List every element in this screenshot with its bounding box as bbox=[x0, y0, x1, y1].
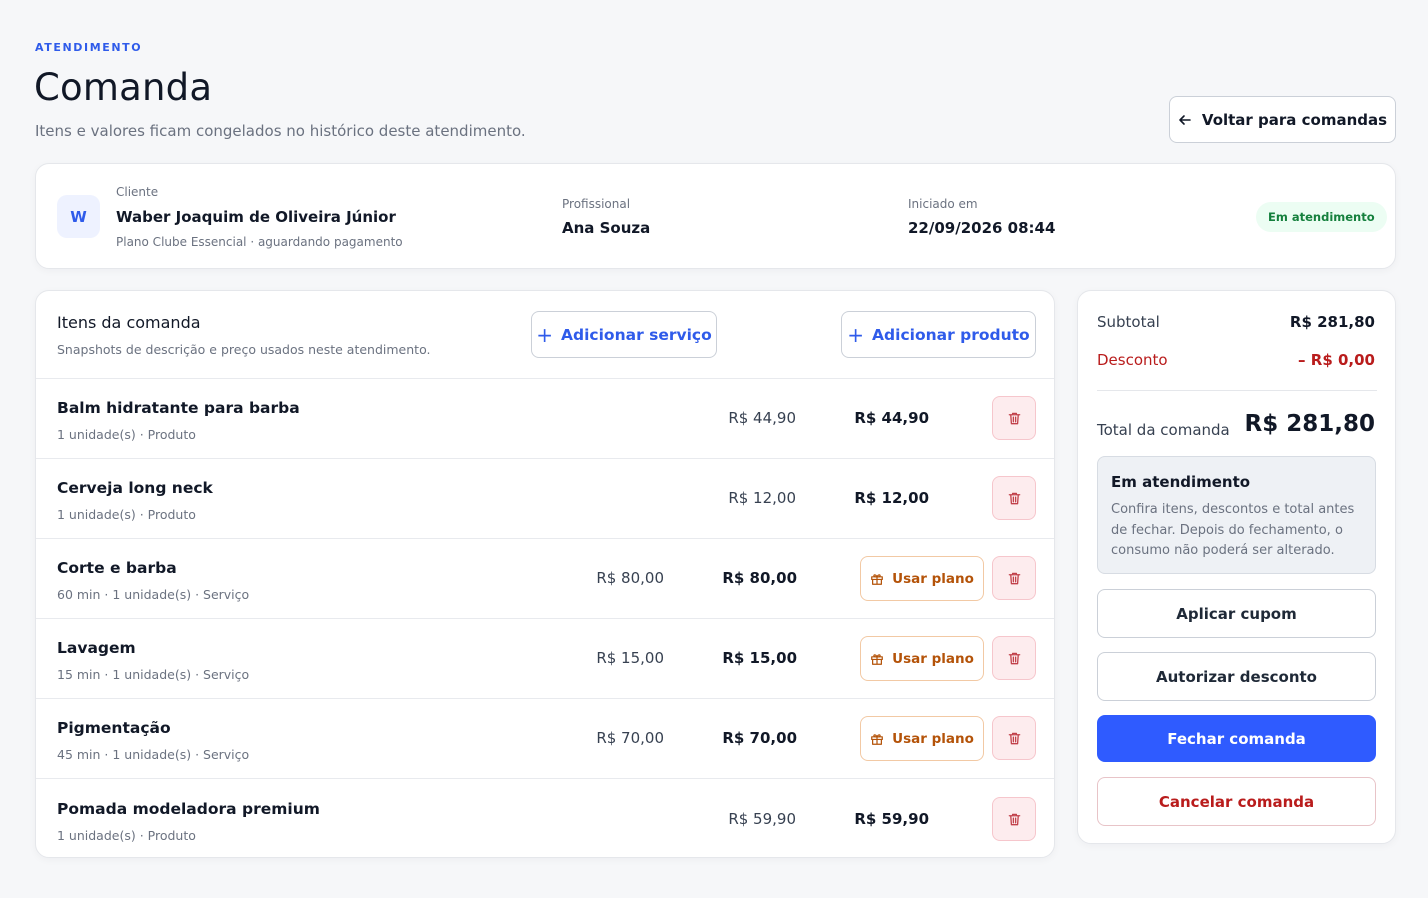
item-total: R$ 44,90 bbox=[854, 409, 929, 427]
gift-icon bbox=[871, 573, 883, 585]
cancel-order-button[interactable]: Cancelar comanda bbox=[1097, 777, 1376, 826]
back-button-label: Voltar para comandas bbox=[1201, 110, 1388, 129]
remove-item-button[interactable] bbox=[992, 556, 1036, 600]
table-row: Pomada modeladora premium 1 unidade(s) ·… bbox=[36, 779, 1054, 857]
item-meta: 1 unidade(s) · Produto bbox=[57, 427, 196, 442]
item-unit-price: R$ 59,90 bbox=[728, 810, 796, 828]
trash-icon bbox=[1008, 732, 1020, 744]
client-plan-note: Plano Clube Essencial · aguardando pagam… bbox=[116, 235, 403, 249]
item-name: Lavagem bbox=[57, 639, 136, 657]
gift-icon bbox=[871, 653, 883, 665]
started-value: 22/09/2026 08:44 bbox=[908, 219, 1056, 237]
items-header: Itens da comanda Snapshots de descrição … bbox=[36, 291, 1054, 379]
subtotal-label: Subtotal bbox=[1097, 313, 1160, 331]
plus-icon: + bbox=[847, 322, 865, 347]
item-total: R$ 80,00 bbox=[722, 569, 797, 587]
client-label: Cliente bbox=[116, 185, 159, 199]
trash-icon bbox=[1008, 813, 1020, 825]
info-title: Em atendimento bbox=[1111, 473, 1251, 491]
authorize-discount-button[interactable]: Autorizar desconto bbox=[1097, 652, 1376, 701]
use-plan-button[interactable]: Usar plano bbox=[860, 716, 984, 761]
table-row: Cerveja long neck 1 unidade(s) · Produto… bbox=[36, 459, 1054, 539]
total-value: R$ 281,80 bbox=[1244, 411, 1375, 437]
add-product-button[interactable]: + Adicionar produto bbox=[841, 311, 1036, 358]
close-order-button[interactable]: Fechar comanda bbox=[1097, 715, 1376, 762]
item-name: Balm hidratante para barba bbox=[57, 399, 300, 417]
plus-icon: + bbox=[536, 322, 554, 347]
page-eyebrow: ATENDIMENTO bbox=[35, 41, 143, 54]
table-row: Corte e barba 60 min · 1 unidade(s) · Se… bbox=[36, 539, 1054, 619]
back-to-orders-button[interactable]: Voltar para comandas bbox=[1169, 96, 1396, 143]
remove-item-button[interactable] bbox=[992, 476, 1036, 520]
remove-item-button[interactable] bbox=[992, 797, 1036, 841]
item-meta: 1 unidade(s) · Produto bbox=[57, 507, 196, 522]
status-badge: Em atendimento bbox=[1256, 202, 1387, 232]
item-meta: 60 min · 1 unidade(s) · Serviço bbox=[57, 587, 250, 602]
professional-name: Ana Souza bbox=[562, 219, 651, 237]
item-name: Pigmentação bbox=[57, 719, 171, 737]
client-info-card: W Cliente Waber Joaquim de Oliveira Júni… bbox=[35, 163, 1396, 269]
table-row: Pigmentação 45 min · 1 unidade(s) · Serv… bbox=[36, 699, 1054, 779]
discount-label: Desconto bbox=[1097, 351, 1168, 369]
discount-value: – R$ 0,00 bbox=[1298, 351, 1375, 369]
use-plan-label: Usar plano bbox=[892, 570, 974, 587]
client-avatar: W bbox=[57, 195, 100, 238]
status-info-box: Em atendimento Confira itens, descontos … bbox=[1097, 456, 1376, 574]
table-row: Balm hidratante para barba 1 unidade(s) … bbox=[36, 379, 1054, 459]
item-meta: 15 min · 1 unidade(s) · Serviço bbox=[57, 667, 250, 682]
item-total: R$ 70,00 bbox=[722, 729, 797, 747]
subtotal-value: R$ 281,80 bbox=[1289, 313, 1375, 331]
items-subtitle: Snapshots de descrição e preço usados ne… bbox=[57, 342, 431, 357]
item-unit-price: R$ 80,00 bbox=[596, 569, 664, 587]
trash-icon bbox=[1008, 572, 1020, 584]
add-product-label: Adicionar produto bbox=[872, 325, 1030, 344]
page-title: Comanda bbox=[34, 66, 213, 109]
order-summary-card: Subtotal R$ 281,80 Desconto – R$ 0,00 To… bbox=[1077, 290, 1396, 844]
trash-icon bbox=[1008, 492, 1020, 504]
use-plan-label: Usar plano bbox=[892, 730, 974, 747]
table-row: Lavagem 15 min · 1 unidade(s) · Serviço … bbox=[36, 619, 1054, 699]
started-label: Iniciado em bbox=[908, 197, 978, 211]
apply-coupon-button[interactable]: Aplicar cupom bbox=[1097, 589, 1376, 638]
use-plan-label: Usar plano bbox=[892, 650, 974, 667]
item-meta: 45 min · 1 unidade(s) · Serviço bbox=[57, 747, 250, 762]
item-name: Corte e barba bbox=[57, 559, 177, 577]
item-unit-price: R$ 70,00 bbox=[596, 729, 664, 747]
remove-item-button[interactable] bbox=[992, 716, 1036, 760]
item-name: Cerveja long neck bbox=[57, 479, 213, 497]
item-total: R$ 15,00 bbox=[722, 649, 797, 667]
order-items-card: Itens da comanda Snapshots de descrição … bbox=[35, 290, 1055, 858]
page-subtitle: Itens e valores ficam congelados no hist… bbox=[35, 122, 526, 140]
item-name: Pomada modeladora premium bbox=[57, 800, 320, 818]
gift-icon bbox=[871, 733, 883, 745]
client-name: Waber Joaquim de Oliveira Júnior bbox=[116, 208, 396, 226]
use-plan-button[interactable]: Usar plano bbox=[860, 636, 984, 681]
remove-item-button[interactable] bbox=[992, 396, 1036, 440]
item-meta: 1 unidade(s) · Produto bbox=[57, 828, 196, 843]
items-title: Itens da comanda bbox=[57, 313, 201, 332]
remove-item-button[interactable] bbox=[992, 636, 1036, 680]
item-unit-price: R$ 12,00 bbox=[728, 489, 796, 507]
item-total: R$ 12,00 bbox=[854, 489, 929, 507]
use-plan-button[interactable]: Usar plano bbox=[860, 556, 984, 601]
trash-icon bbox=[1008, 652, 1020, 664]
summary-divider bbox=[1097, 390, 1377, 391]
add-service-label: Adicionar serviço bbox=[561, 325, 712, 344]
item-unit-price: R$ 44,90 bbox=[728, 409, 796, 427]
item-total: R$ 59,90 bbox=[854, 810, 929, 828]
trash-icon bbox=[1008, 412, 1020, 424]
add-service-button[interactable]: + Adicionar serviço bbox=[531, 311, 717, 358]
professional-label: Profissional bbox=[562, 197, 631, 211]
info-text: Confira itens, descontos e total antes d… bbox=[1111, 502, 1355, 558]
item-unit-price: R$ 15,00 bbox=[596, 649, 664, 667]
arrow-left-icon bbox=[1179, 114, 1191, 125]
total-label: Total da comanda bbox=[1097, 421, 1230, 439]
